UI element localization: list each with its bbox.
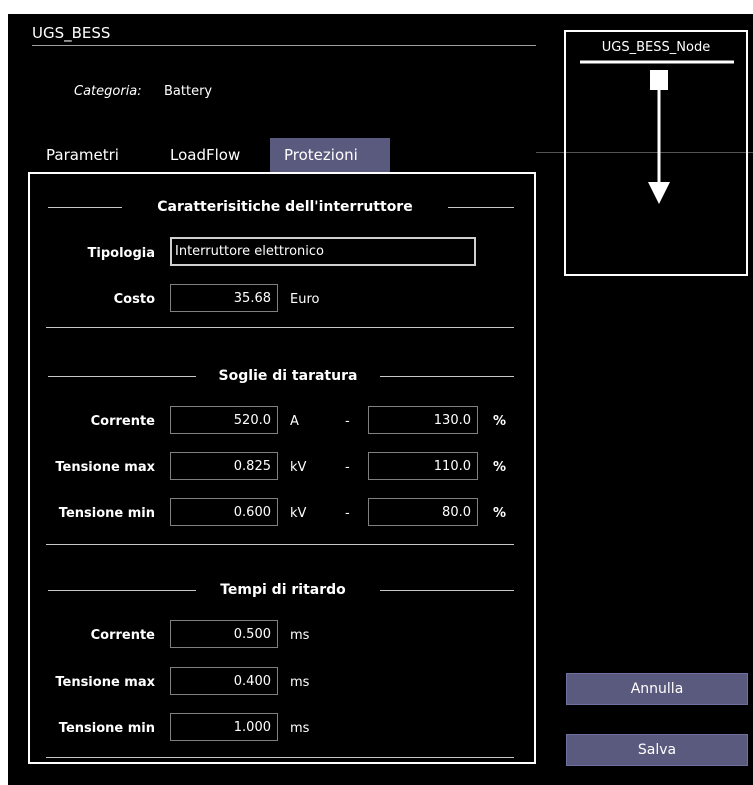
tempi-section-title: Tempi di ritardo (220, 582, 346, 598)
percent-unit: % (493, 414, 507, 429)
soglia-tensione-max-pct-field[interactable]: 110.0 (368, 452, 478, 480)
divider (46, 544, 514, 545)
breaker-section-title: Caratterisitiche dell'interruttore (157, 199, 413, 215)
tempo-corrente-field[interactable]: 0.500 (170, 620, 278, 648)
tempo-tensione-max-field[interactable]: 0.400 (170, 667, 278, 695)
soglia-tensione-min-field[interactable]: 0.600 (170, 498, 278, 526)
soglia-tensione-max-field[interactable]: 0.825 (170, 452, 278, 480)
section-line-right (380, 590, 514, 591)
section-line-left (48, 376, 196, 377)
tab-loadflow[interactable]: LoadFlow (156, 138, 254, 172)
cancel-button[interactable]: Annulla (566, 673, 748, 705)
node-diagram: UGS_BESS_Node (564, 30, 748, 276)
separator: - (345, 460, 350, 475)
soglia-tensione-min-label: Tensione min (58, 506, 155, 521)
costo-field[interactable]: 35.68 (170, 284, 278, 312)
soglia-tensione-min-pct-field[interactable]: 80.0 (368, 498, 478, 526)
section-line-right (380, 376, 514, 377)
divider (46, 757, 514, 758)
costo-label: Costo (113, 292, 155, 307)
tempo-corrente-label: Corrente (90, 628, 155, 643)
tab-protezioni[interactable]: Protezioni (270, 138, 390, 172)
tempo-corrente-unit: ms (290, 628, 310, 643)
title-divider (32, 45, 536, 46)
node-title: UGS_BESS (32, 24, 111, 42)
costo-unit: Euro (290, 292, 320, 307)
soglia-tensione-max-label: Tensione max (55, 460, 155, 475)
soglia-tensione-max-unit: kV (290, 460, 307, 475)
separator: - (345, 506, 350, 521)
percent-unit: % (493, 506, 507, 521)
tipologia-label: Tipologia (87, 246, 155, 261)
percent-unit: % (493, 460, 507, 475)
section-line-right (448, 207, 514, 208)
soglia-corrente-label: Corrente (90, 414, 155, 429)
save-button[interactable]: Salva (566, 734, 748, 766)
tempo-tensione-min-label: Tensione min (58, 721, 155, 736)
separator: - (345, 414, 350, 429)
section-line-left (48, 207, 122, 208)
tempo-tensione-min-field[interactable]: 1.000 (170, 713, 278, 741)
soglia-tensione-min-unit: kV (290, 506, 307, 521)
tempo-tensione-min-unit: ms (290, 721, 310, 736)
tempo-tensione-max-unit: ms (290, 675, 310, 690)
tempo-tensione-max-label: Tensione max (55, 675, 155, 690)
category-label: Categoria: (74, 84, 142, 99)
soglia-corrente-unit: A (290, 414, 299, 429)
tipologia-field[interactable]: Interruttore elettronico (170, 237, 476, 266)
category-value: Battery (164, 84, 213, 99)
soglia-corrente-field[interactable]: 520.0 (170, 406, 278, 434)
tab-parametri[interactable]: Parametri (32, 138, 133, 172)
battery-symbol-icon (580, 60, 734, 204)
soglie-section-title: Soglie di taratura (218, 368, 358, 384)
soglia-corrente-pct-field[interactable]: 130.0 (368, 406, 478, 434)
divider (46, 327, 514, 328)
